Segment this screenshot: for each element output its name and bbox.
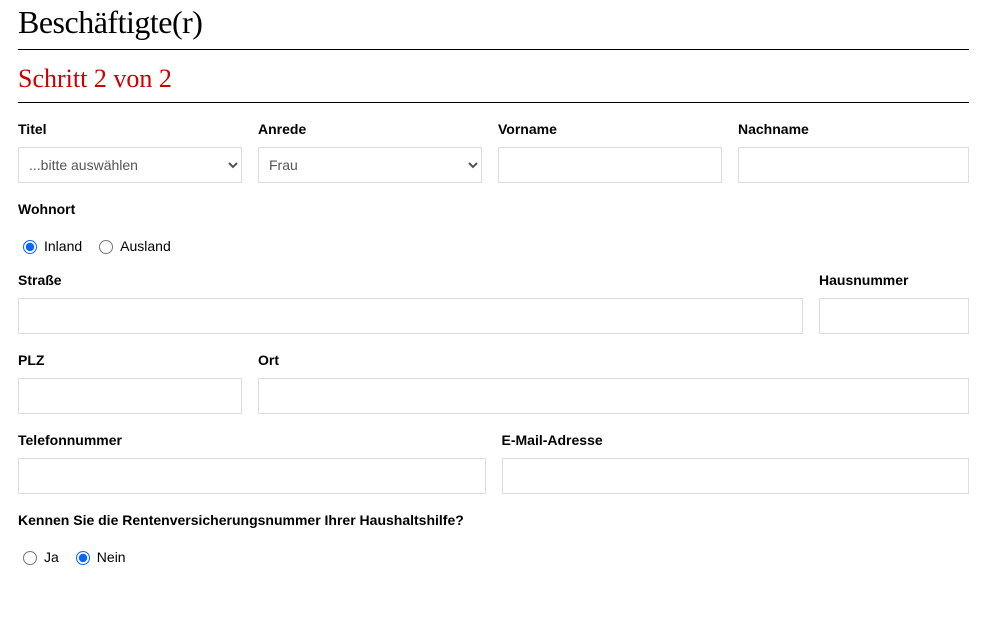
input-nachname[interactable] (738, 147, 969, 183)
label-strasse: Straße (18, 272, 803, 288)
field-titel: Titel ...bitte auswählen (18, 121, 242, 183)
radio-item-inland[interactable]: Inland (18, 237, 82, 254)
input-strasse[interactable] (18, 298, 803, 334)
input-telefon[interactable] (18, 458, 486, 494)
input-vorname[interactable] (498, 147, 722, 183)
label-vorname: Vorname (498, 121, 722, 137)
input-plz[interactable] (18, 378, 242, 414)
radio-label-ausland: Ausland (120, 238, 171, 254)
radio-ja[interactable] (23, 551, 37, 565)
radio-inland[interactable] (23, 240, 37, 254)
field-ort: Ort (258, 352, 969, 414)
page-heading: Beschäftigte(r) (18, 4, 969, 41)
radio-ausland[interactable] (99, 240, 113, 254)
radio-group-rv: Ja Nein (18, 548, 464, 565)
field-nachname: Nachname (738, 121, 969, 183)
label-rv-frage: Kennen Sie die Rentenversicherungsnummer… (18, 512, 464, 528)
radio-label-inland: Inland (44, 238, 82, 254)
radio-item-ausland[interactable]: Ausland (94, 237, 171, 254)
divider (18, 102, 969, 103)
input-email[interactable] (502, 458, 970, 494)
label-telefon: Telefonnummer (18, 432, 486, 448)
radio-label-ja: Ja (44, 549, 59, 565)
radio-label-nein: Nein (97, 549, 126, 565)
label-nachname: Nachname (738, 121, 969, 137)
divider (18, 49, 969, 50)
row-wohnort: Wohnort Inland Ausland (18, 201, 969, 254)
label-hausnummer: Hausnummer (819, 272, 969, 288)
label-titel: Titel (18, 121, 242, 137)
label-ort: Ort (258, 352, 969, 368)
field-email: E-Mail-Adresse (502, 432, 970, 494)
input-hausnummer[interactable] (819, 298, 969, 334)
row-plz-ort: PLZ Ort (18, 352, 969, 414)
label-plz: PLZ (18, 352, 242, 368)
radio-item-ja[interactable]: Ja (18, 548, 59, 565)
radio-nein[interactable] (76, 551, 90, 565)
label-email: E-Mail-Adresse (502, 432, 970, 448)
field-telefon: Telefonnummer (18, 432, 486, 494)
select-titel[interactable]: ...bitte auswählen (18, 147, 242, 183)
row-contact: Telefonnummer E-Mail-Adresse (18, 432, 969, 494)
select-anrede[interactable]: Frau (258, 147, 482, 183)
row-strasse: Straße Hausnummer (18, 272, 969, 334)
field-plz: PLZ (18, 352, 242, 414)
label-anrede: Anrede (258, 121, 482, 137)
label-wohnort: Wohnort (18, 201, 171, 217)
field-strasse: Straße (18, 272, 803, 334)
row-identity: Titel ...bitte auswählen Anrede Frau Vor… (18, 121, 969, 183)
row-rv-frage: Kennen Sie die Rentenversicherungsnummer… (18, 512, 969, 565)
radio-item-nein[interactable]: Nein (71, 548, 126, 565)
field-wohnort: Wohnort Inland Ausland (18, 201, 171, 254)
field-hausnummer: Hausnummer (819, 272, 969, 334)
step-heading: Schritt 2 von 2 (18, 64, 969, 94)
input-ort[interactable] (258, 378, 969, 414)
field-anrede: Anrede Frau (258, 121, 482, 183)
field-vorname: Vorname (498, 121, 722, 183)
field-rv-frage: Kennen Sie die Rentenversicherungsnummer… (18, 512, 464, 565)
radio-group-wohnort: Inland Ausland (18, 237, 171, 254)
